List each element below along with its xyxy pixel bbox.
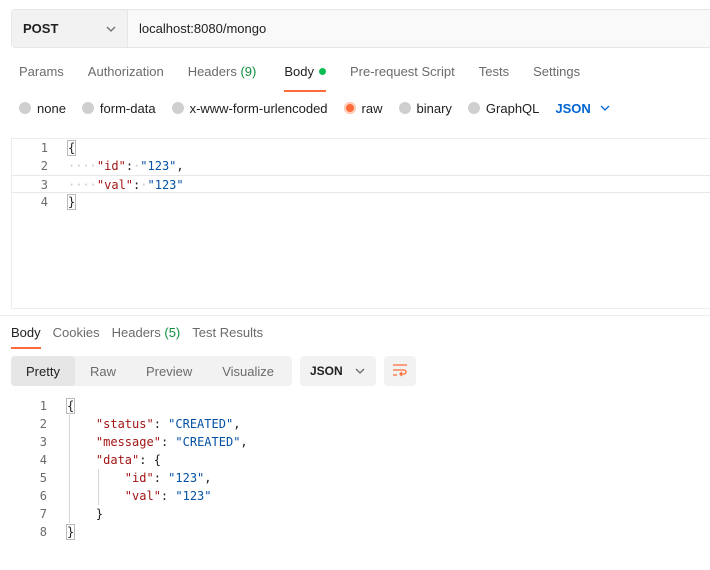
- request-body-editor[interactable]: 1 { 2 ····"id":·"123", 3 ····"val":·"123…: [11, 138, 710, 309]
- radio-icon: [398, 102, 411, 114]
- tab-settings[interactable]: Settings: [533, 60, 580, 88]
- body-type-urlencoded[interactable]: x-www-form-urlencoded: [171, 101, 328, 116]
- tab-pre-request-script[interactable]: Pre-request Script: [350, 60, 455, 88]
- body-type-graphql[interactable]: GraphQL: [467, 101, 539, 116]
- radio-icon: [171, 102, 184, 114]
- code-line: 1 {: [39, 398, 76, 414]
- response-tabs: Body Cookies Headers (5) Test Results: [11, 321, 275, 349]
- code-line: 6 "val": "123": [39, 489, 212, 503]
- body-type-binary[interactable]: binary: [398, 101, 452, 116]
- view-mode-preview[interactable]: Preview: [131, 356, 207, 386]
- pane-divider[interactable]: [0, 315, 710, 316]
- view-mode-pretty[interactable]: Pretty: [11, 356, 75, 386]
- tab-params[interactable]: Params: [19, 60, 64, 88]
- body-type-form-data[interactable]: form-data: [81, 101, 156, 116]
- code-line: 4 "data": {: [39, 453, 161, 467]
- code-line: 2 "status": "CREATED",: [39, 417, 241, 431]
- response-tab-headers[interactable]: Headers (5): [112, 321, 181, 345]
- body-modified-dot: [318, 68, 326, 75]
- response-tab-body[interactable]: Body: [11, 321, 41, 349]
- view-mode-raw[interactable]: Raw: [75, 356, 131, 386]
- body-type-row: none form-data x-www-form-urlencoded raw…: [19, 97, 611, 119]
- code-line: 1 {: [40, 140, 77, 156]
- headers-count: (9): [240, 64, 257, 79]
- radio-icon: [19, 102, 31, 114]
- chevron-down-icon: [599, 102, 611, 114]
- chevron-down-icon: [105, 23, 117, 35]
- response-tab-cookies[interactable]: Cookies: [53, 321, 100, 345]
- response-format-select[interactable]: JSON: [300, 356, 376, 386]
- wrap-lines-icon: [392, 363, 408, 380]
- radio-icon: [81, 102, 94, 114]
- body-format-select[interactable]: JSON: [555, 101, 610, 116]
- response-body-viewer[interactable]: 1 { 2 "status": "CREATED", 3 "message": …: [11, 397, 710, 557]
- tab-body[interactable]: Body: [284, 60, 326, 92]
- code-line: 2 ····"id":·"123",: [40, 159, 184, 173]
- body-type-raw[interactable]: raw: [343, 101, 383, 116]
- tab-authorization[interactable]: Authorization: [88, 60, 164, 88]
- view-mode-visualize[interactable]: Visualize: [207, 356, 289, 386]
- tab-tests[interactable]: Tests: [479, 60, 509, 88]
- url-input[interactable]: localhost:8080/mongo: [128, 21, 710, 36]
- radio-icon: [467, 102, 480, 114]
- wrap-lines-button[interactable]: [384, 356, 416, 386]
- code-line: 4 }: [40, 194, 77, 210]
- code-line: 5 "id": "123",: [39, 471, 212, 485]
- response-headers-count: (5): [164, 325, 181, 340]
- code-line-current: 3 ····"val":·"123": [12, 175, 710, 193]
- method-label: POST: [23, 21, 59, 36]
- method-select[interactable]: POST: [12, 10, 128, 47]
- request-bar: POST localhost:8080/mongo: [11, 9, 710, 48]
- radio-selected-icon: [343, 102, 356, 114]
- code-line: 8 }: [39, 524, 76, 540]
- response-tab-test-results[interactable]: Test Results: [192, 321, 263, 345]
- code-line: 7 }: [39, 507, 104, 521]
- view-mode-segmented: Pretty Raw Preview Visualize: [11, 356, 292, 386]
- body-type-none[interactable]: none: [19, 101, 66, 116]
- tab-headers[interactable]: Headers (9): [188, 60, 257, 88]
- chevron-down-icon: [354, 365, 366, 377]
- request-tabs: Params Authorization Headers (9) Body Pr…: [19, 60, 604, 92]
- code-line: 3 "message": "CREATED",: [39, 435, 248, 449]
